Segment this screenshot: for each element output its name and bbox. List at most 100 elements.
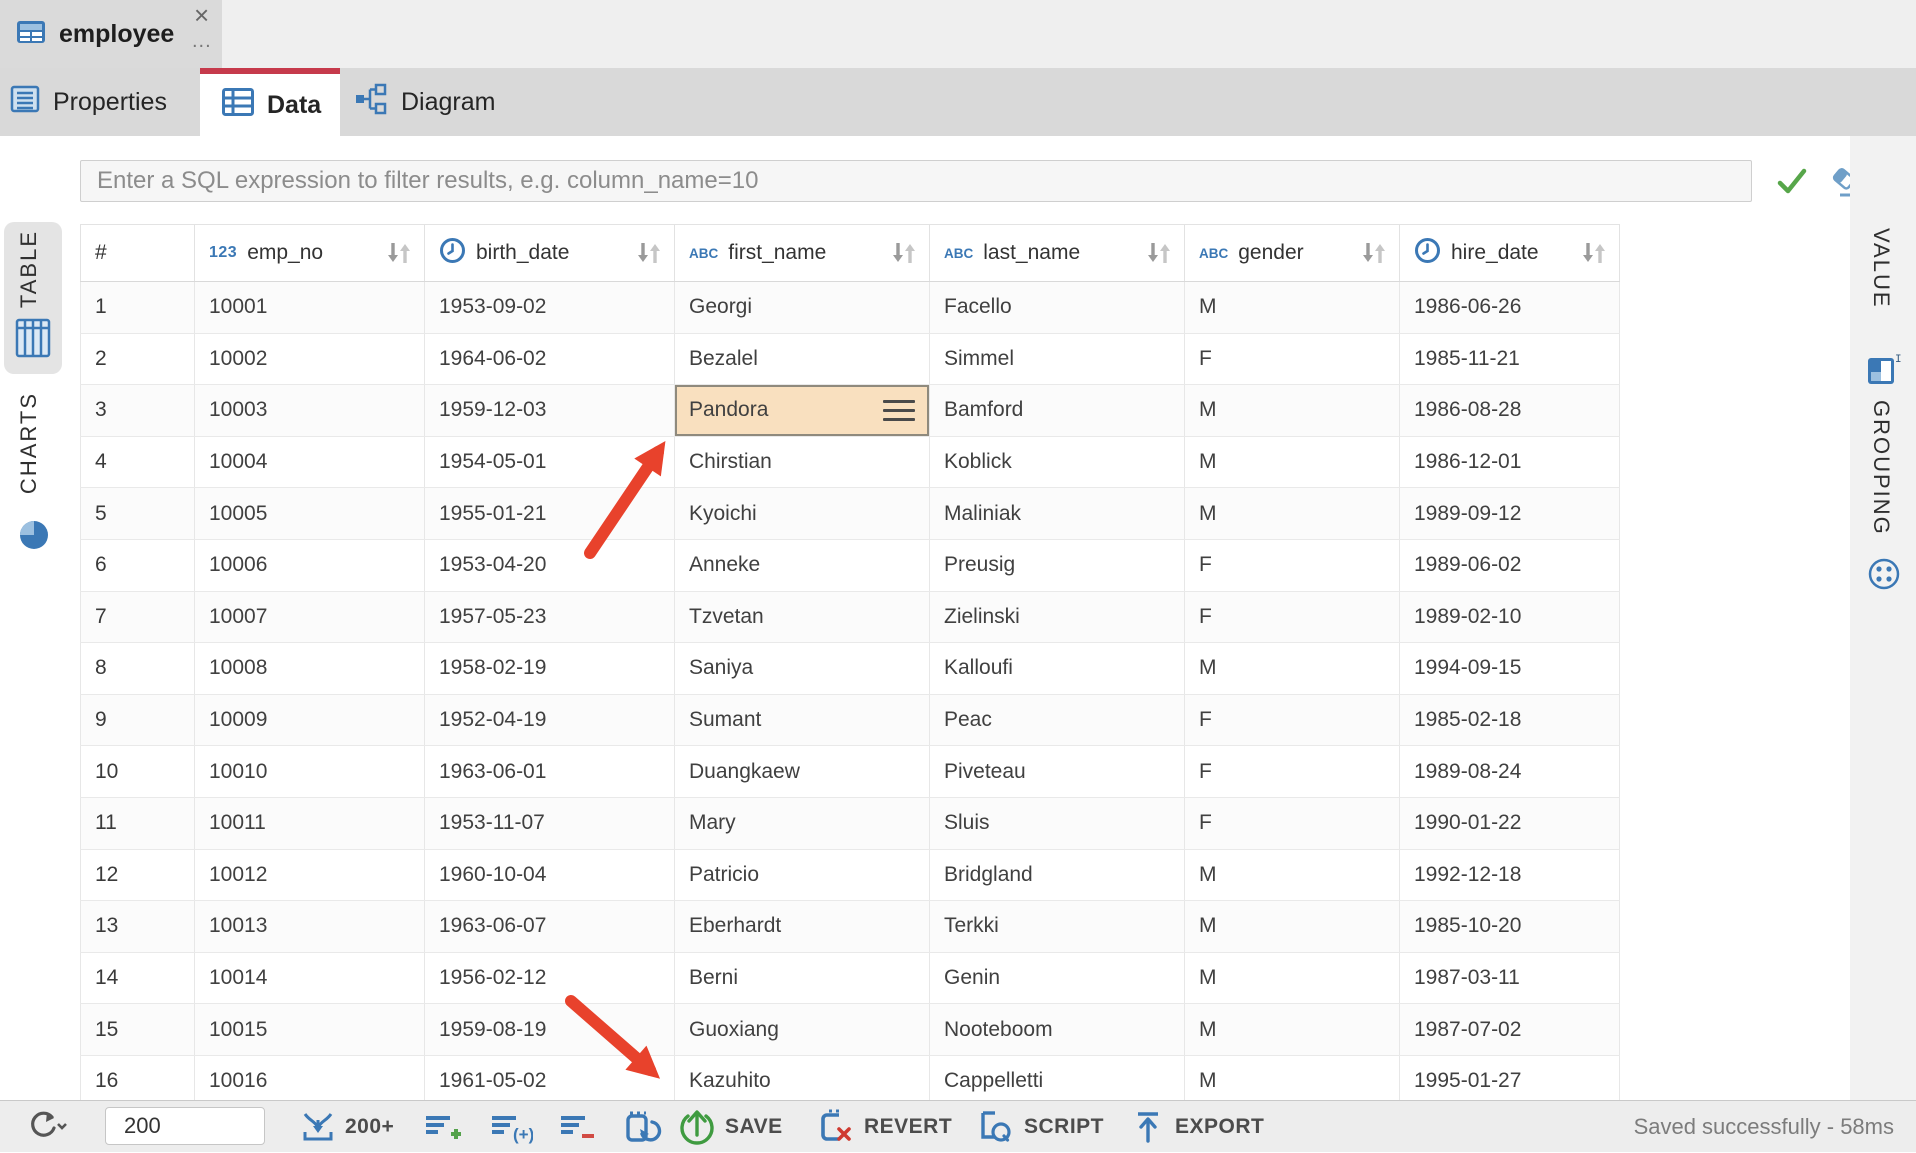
revert-button[interactable]: REVERT: [815, 1101, 952, 1153]
cell-first_name[interactable]: Duangkaew: [675, 746, 930, 797]
grouping-panel-icon[interactable]: [1866, 556, 1902, 597]
cell-gender[interactable]: F: [1185, 798, 1400, 849]
presentation-tab-table[interactable]: TABLE: [16, 230, 42, 313]
cell-hire_date[interactable]: 1995-01-27: [1400, 1056, 1620, 1107]
close-icon[interactable]: ×: [194, 0, 209, 30]
cell-hire_date[interactable]: 1985-02-18: [1400, 695, 1620, 746]
tab-data[interactable]: Data: [200, 68, 340, 136]
cell-last_name[interactable]: Piveteau: [930, 746, 1185, 797]
row-number-cell[interactable]: 16: [80, 1056, 195, 1107]
panel-tab-value[interactable]: VALUE: [1868, 228, 1894, 314]
cell-first_name[interactable]: Sumant: [675, 695, 930, 746]
cell-last_name[interactable]: Terkki: [930, 901, 1185, 952]
cell-last_name[interactable]: Bamford: [930, 385, 1185, 436]
cell-menu-icon[interactable]: [883, 400, 915, 421]
duplicate-row-button[interactable]: (+): [489, 1101, 533, 1153]
cell-first_name[interactable]: Berni: [675, 953, 930, 1004]
sort-icon[interactable]: [384, 240, 414, 266]
cell-birth_date[interactable]: 1959-12-03: [425, 385, 675, 436]
sort-icon[interactable]: [634, 240, 664, 266]
cell-gender[interactable]: M: [1185, 488, 1400, 539]
cell-gender[interactable]: F: [1185, 695, 1400, 746]
cell-emp_no[interactable]: 10014: [195, 953, 425, 1004]
script-button[interactable]: SCRIPT: [975, 1101, 1104, 1153]
cell-gender[interactable]: M: [1185, 953, 1400, 1004]
row-number-cell[interactable]: 2: [80, 334, 195, 385]
cell-first_name[interactable]: Patricio: [675, 850, 930, 901]
cell-emp_no[interactable]: 10007: [195, 592, 425, 643]
delete-row-button[interactable]: [558, 1101, 598, 1153]
cell-gender[interactable]: F: [1185, 334, 1400, 385]
cell-gender[interactable]: M: [1185, 1056, 1400, 1107]
charts-pie-icon[interactable]: [17, 518, 51, 557]
cell-hire_date[interactable]: 1990-01-22: [1400, 798, 1620, 849]
row-number-cell[interactable]: 11: [80, 798, 195, 849]
cell-last_name[interactable]: Preusig: [930, 540, 1185, 591]
cell-emp_no[interactable]: 10004: [195, 437, 425, 488]
cell-gender[interactable]: F: [1185, 746, 1400, 797]
cell-birth_date[interactable]: 1964-06-02: [425, 334, 675, 385]
cell-birth_date[interactable]: 1957-05-23: [425, 592, 675, 643]
cell-emp_no[interactable]: 10003: [195, 385, 425, 436]
cell-last_name[interactable]: Maliniak: [930, 488, 1185, 539]
row-number-cell[interactable]: 15: [80, 1004, 195, 1055]
header-cell-last_name[interactable]: ABClast_name: [930, 225, 1185, 281]
row-number-cell[interactable]: 8: [80, 643, 195, 694]
cell-gender[interactable]: F: [1185, 540, 1400, 591]
cell-last_name[interactable]: Koblick: [930, 437, 1185, 488]
cell-last_name[interactable]: Bridgland: [930, 850, 1185, 901]
tab-overflow-icon[interactable]: ...: [192, 30, 212, 53]
cell-gender[interactable]: M: [1185, 643, 1400, 694]
cell-hire_date[interactable]: 1992-12-18: [1400, 850, 1620, 901]
cell-hire_date[interactable]: 1985-11-21: [1400, 334, 1620, 385]
cell-birth_date[interactable]: 1961-05-02: [425, 1056, 675, 1107]
row-number-cell[interactable]: 1: [80, 282, 195, 333]
row-number-cell[interactable]: 9: [80, 695, 195, 746]
sort-icon[interactable]: [1579, 240, 1609, 266]
sort-icon[interactable]: [1144, 240, 1174, 266]
header-cell-emp_no[interactable]: 123emp_no: [195, 225, 425, 281]
row-number-cell[interactable]: 7: [80, 592, 195, 643]
cell-gender[interactable]: M: [1185, 437, 1400, 488]
cell-birth_date[interactable]: 1958-02-19: [425, 643, 675, 694]
cell-gender[interactable]: M: [1185, 385, 1400, 436]
add-row-button[interactable]: [423, 1101, 463, 1153]
cell-hire_date[interactable]: 1989-02-10: [1400, 592, 1620, 643]
cell-birth_date[interactable]: 1959-08-19: [425, 1004, 675, 1055]
fetch-more-button[interactable]: 200+: [300, 1101, 394, 1153]
cell-first_name[interactable]: Anneke: [675, 540, 930, 591]
row-number-cell[interactable]: 5: [80, 488, 195, 539]
cell-last_name[interactable]: Cappelletti: [930, 1056, 1185, 1107]
cell-birth_date[interactable]: 1960-10-04: [425, 850, 675, 901]
cell-emp_no[interactable]: 10013: [195, 901, 425, 952]
cell-last_name[interactable]: Kalloufi: [930, 643, 1185, 694]
cell-birth_date[interactable]: 1953-09-02: [425, 282, 675, 333]
row-number-cell[interactable]: 6: [80, 540, 195, 591]
cell-birth_date[interactable]: 1953-04-20: [425, 540, 675, 591]
row-number-cell[interactable]: 4: [80, 437, 195, 488]
cell-first_name[interactable]: Kazuhito: [675, 1056, 930, 1107]
refresh-row-button[interactable]: [622, 1101, 662, 1153]
row-number-cell[interactable]: 12: [80, 850, 195, 901]
cell-hire_date[interactable]: 1985-10-20: [1400, 901, 1620, 952]
save-button[interactable]: SAVE: [678, 1101, 783, 1153]
presentation-tab-charts[interactable]: CHARTS: [16, 392, 42, 499]
header-cell-rownum[interactable]: #: [80, 225, 195, 281]
cell-birth_date[interactable]: 1956-02-12: [425, 953, 675, 1004]
cell-gender[interactable]: M: [1185, 1004, 1400, 1055]
cell-birth_date[interactable]: 1963-06-07: [425, 901, 675, 952]
grid-presentation-icon[interactable]: [15, 318, 51, 363]
cell-emp_no[interactable]: 10009: [195, 695, 425, 746]
cell-last_name[interactable]: Simmel: [930, 334, 1185, 385]
cell-emp_no[interactable]: 10006: [195, 540, 425, 591]
apply-filter-icon[interactable]: [1774, 164, 1810, 203]
cell-first_name[interactable]: Mary: [675, 798, 930, 849]
cell-birth_date[interactable]: 1963-06-01: [425, 746, 675, 797]
refresh-button[interactable]: [25, 1101, 67, 1153]
cell-emp_no[interactable]: 10012: [195, 850, 425, 901]
cell-hire_date[interactable]: 1987-07-02: [1400, 1004, 1620, 1055]
tab-properties[interactable]: Properties: [0, 68, 200, 136]
cell-last_name[interactable]: Peac: [930, 695, 1185, 746]
sort-icon[interactable]: [1359, 240, 1389, 266]
cell-first_name[interactable]: Tzvetan: [675, 592, 930, 643]
